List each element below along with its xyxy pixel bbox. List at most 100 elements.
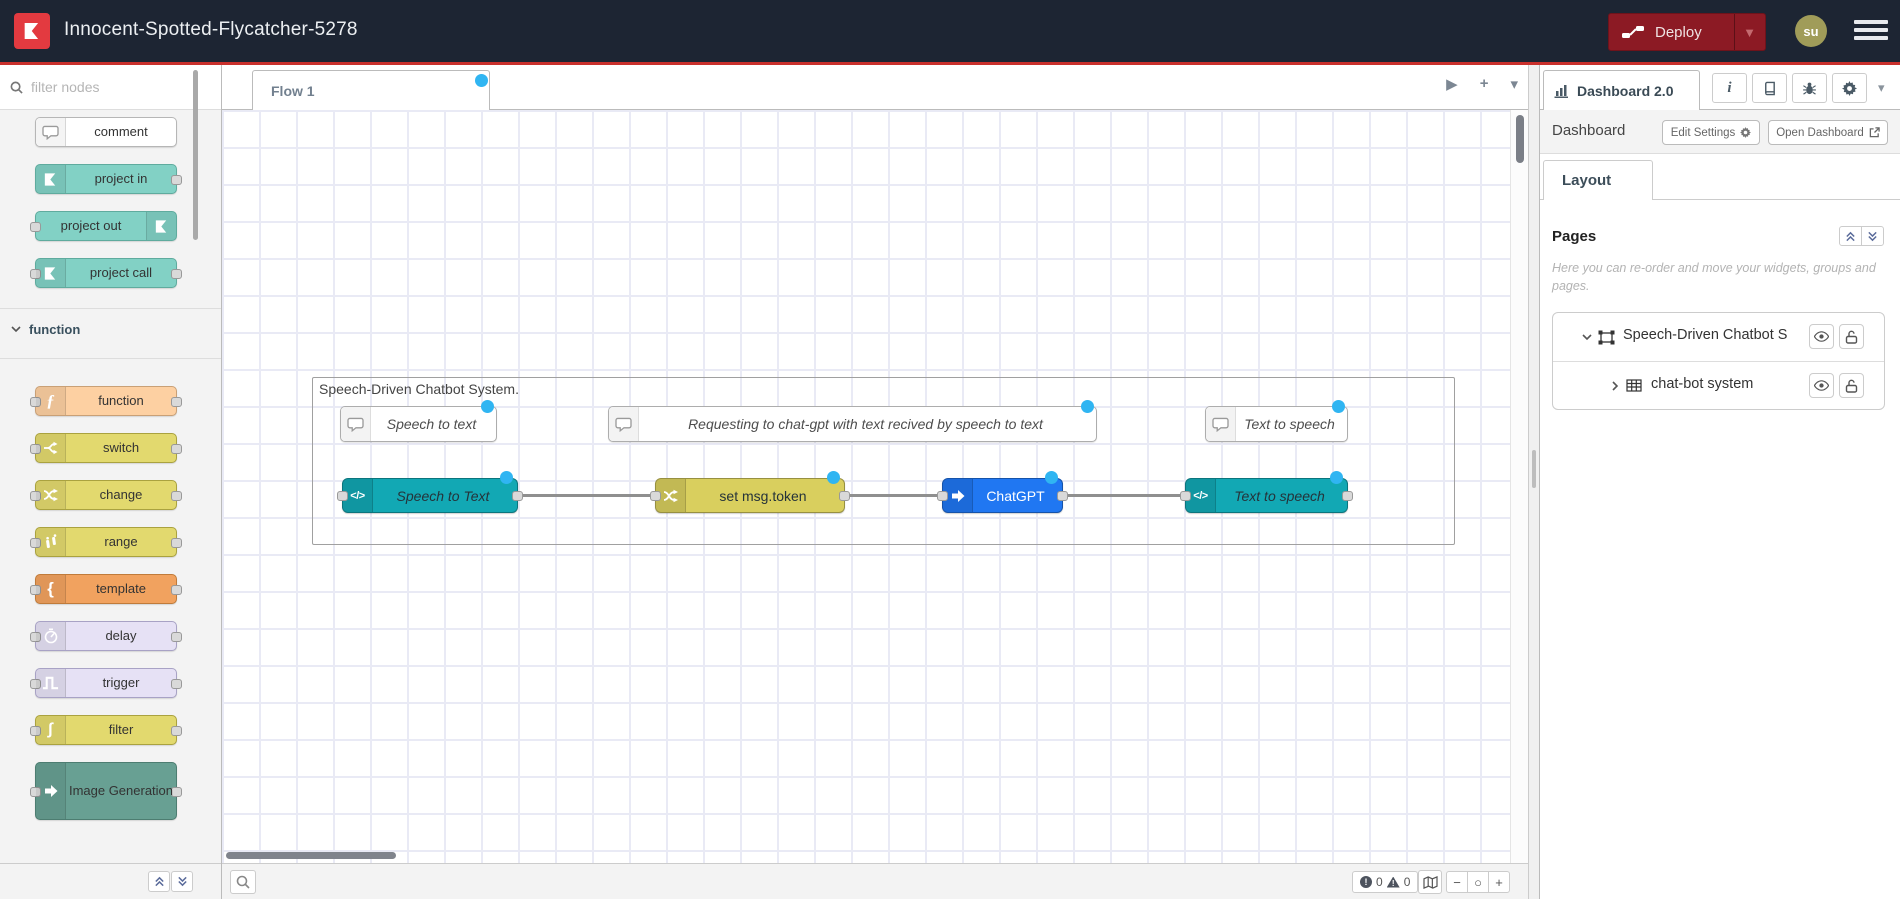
help-tab-button[interactable] <box>1752 73 1787 103</box>
palette-scrollbar[interactable] <box>193 70 198 240</box>
layout-tab-label: Layout <box>1562 172 1612 189</box>
tree-row-chat-bot-system[interactable]: chat-bot system <box>1553 361 1884 409</box>
modified-dot <box>827 471 840 484</box>
input-port[interactable] <box>337 491 348 501</box>
tab-scroll-right-icon[interactable]: ▶ <box>1446 75 1458 93</box>
deploy-divider <box>1734 14 1735 50</box>
output-port[interactable] <box>1057 491 1068 501</box>
status-counts: ! 0 ! 0 <box>1352 871 1419 893</box>
sidebar-tabs-dropdown-icon[interactable]: ▾ <box>1878 80 1885 96</box>
node-icon-strip <box>146 212 176 240</box>
timer-icon <box>44 628 57 644</box>
pages-tree: Speech-Driven Chatbot S chat-bot system <box>1552 312 1885 410</box>
modified-dot <box>500 471 513 484</box>
palette-node-function[interactable]: ƒ function <box>30 386 182 416</box>
palette-node-image-generation[interactable]: Image Generation <box>30 762 182 820</box>
config-tab-button[interactable] <box>1832 73 1867 103</box>
flow-list-dropdown-icon[interactable]: ▾ <box>1510 75 1518 93</box>
zoom-out-button[interactable]: − <box>1446 871 1468 893</box>
lock-toggle-button[interactable] <box>1839 373 1864 398</box>
open-dashboard-label: Open Dashboard <box>1776 126 1864 139</box>
vertical-scrollbar-thumb[interactable] <box>1516 115 1524 163</box>
palette-search[interactable] <box>0 65 221 110</box>
comment-node-speech-to-text[interactable]: Speech to text <box>340 406 497 442</box>
change-icon <box>43 488 58 502</box>
palette-search-input[interactable] <box>31 79 191 95</box>
palette-node-project-out[interactable]: project out <box>30 211 177 241</box>
sidebar-splitter[interactable] <box>1528 65 1540 899</box>
palette-node-switch[interactable]: switch <box>30 433 182 463</box>
filter-icon: ∫ <box>48 721 53 738</box>
output-port[interactable] <box>839 491 850 501</box>
node-palette: comment project in project out project call… <box>0 65 222 899</box>
zoom-reset-button[interactable]: ○ <box>1467 871 1489 893</box>
palette-node-template[interactable]: {template <box>30 574 182 604</box>
palette-node-label: trigger <box>102 674 140 690</box>
wire[interactable] <box>520 494 653 497</box>
open-dashboard-button[interactable]: Open Dashboard <box>1768 120 1888 145</box>
gear-icon <box>1740 127 1752 138</box>
comment-node-text-to-speech[interactable]: Text to speech <box>1205 406 1348 442</box>
tab-flow-1[interactable]: Flow 1 <box>252 70 490 110</box>
workspace-grid[interactable]: Speech-Driven Chatbot System. Speech to t… <box>222 110 1510 863</box>
visibility-toggle-button[interactable] <box>1809 373 1834 398</box>
palette-node-delay[interactable]: delay <box>30 621 182 651</box>
info-tab-button[interactable]: i <box>1712 73 1747 103</box>
move-up-button[interactable] <box>1839 226 1862 246</box>
palette-node-change[interactable]: change <box>30 480 182 510</box>
horizontal-scrollbar[interactable] <box>226 852 396 859</box>
output-port[interactable] <box>512 491 523 501</box>
tab-layout[interactable]: Layout <box>1543 160 1653 200</box>
palette-node-filter[interactable]: ∫ filter <box>30 715 182 745</box>
flow-modified-dot <box>475 74 488 87</box>
input-port[interactable] <box>1180 491 1191 501</box>
move-down-button[interactable] <box>1861 226 1884 246</box>
search-icon <box>10 81 23 94</box>
flow-node-set-msg-token[interactable]: set msg.token <box>650 478 850 513</box>
palette-node-label: template <box>96 580 146 596</box>
wire[interactable] <box>1065 494 1183 497</box>
input-port[interactable] <box>937 491 948 501</box>
palette-node-project-call[interactable]: project call <box>30 258 182 288</box>
chevron-right-icon[interactable] <box>1609 379 1621 397</box>
deploy-dropdown-icon[interactable]: ▼ <box>1743 25 1756 40</box>
flow-node-speech-to-text[interactable]: </> Speech to Text <box>337 478 523 513</box>
output-port[interactable] <box>1342 491 1353 501</box>
debug-tab-button[interactable] <box>1792 73 1827 103</box>
palette-node-project-in[interactable]: project in <box>35 164 182 194</box>
add-flow-button[interactable]: + <box>1480 75 1489 93</box>
zoom-in-button[interactable]: + <box>1488 871 1510 893</box>
wire[interactable] <box>847 494 940 497</box>
palette-divider <box>0 308 221 309</box>
palette-node-range[interactable]: range <box>30 527 182 557</box>
splitter-handle[interactable] <box>1532 450 1536 488</box>
canvas-search-button[interactable] <box>230 870 256 894</box>
visibility-toggle-button[interactable] <box>1809 324 1834 349</box>
tree-row-speech-driven-chatbot-s[interactable]: Speech-Driven Chatbot S <box>1553 313 1884 361</box>
page-title: Innocent-Spotted-Flycatcher-5278 <box>64 19 358 40</box>
chevron-down-icon[interactable] <box>1581 330 1593 348</box>
user-avatar[interactable]: su <box>1795 15 1827 47</box>
palette-collapse-all-button[interactable] <box>148 871 170 892</box>
groupframe-icon <box>1598 330 1615 350</box>
modified-dot <box>1045 471 1058 484</box>
flow-node-text-to-speech[interactable]: </> Text to speech <box>1180 478 1353 513</box>
palette-node-trigger[interactable]: trigger <box>30 668 182 698</box>
flow-node-chatgpt[interactable]: ChatGPT <box>937 478 1068 513</box>
comment-bubble-icon <box>347 417 364 432</box>
input-port[interactable] <box>650 491 661 501</box>
palette-expand-all-button[interactable] <box>171 871 193 892</box>
tab-dashboard-2[interactable]: Dashboard 2.0 <box>1543 70 1700 110</box>
palette-node-comment[interactable]: comment <box>35 117 177 147</box>
navigator-map-button[interactable] <box>1418 870 1442 894</box>
comment-node-requesting-to-chat-gpt-with-te[interactable]: Requesting to chat-gpt with text recived… <box>608 406 1097 442</box>
edit-settings-label: Edit Settings <box>1670 126 1736 139</box>
edit-settings-button[interactable]: Edit Settings <box>1662 120 1760 145</box>
palette-category-function[interactable]: function <box>10 319 80 339</box>
deploy-button[interactable]: Deploy ▼ <box>1608 13 1766 51</box>
lock-toggle-button[interactable] <box>1839 324 1864 349</box>
vertical-scrollbar-track[interactable] <box>1510 110 1528 863</box>
palette-node-label: comment <box>94 123 148 139</box>
table-icon <box>1626 379 1642 392</box>
main-menu-icon[interactable] <box>1854 20 1888 44</box>
